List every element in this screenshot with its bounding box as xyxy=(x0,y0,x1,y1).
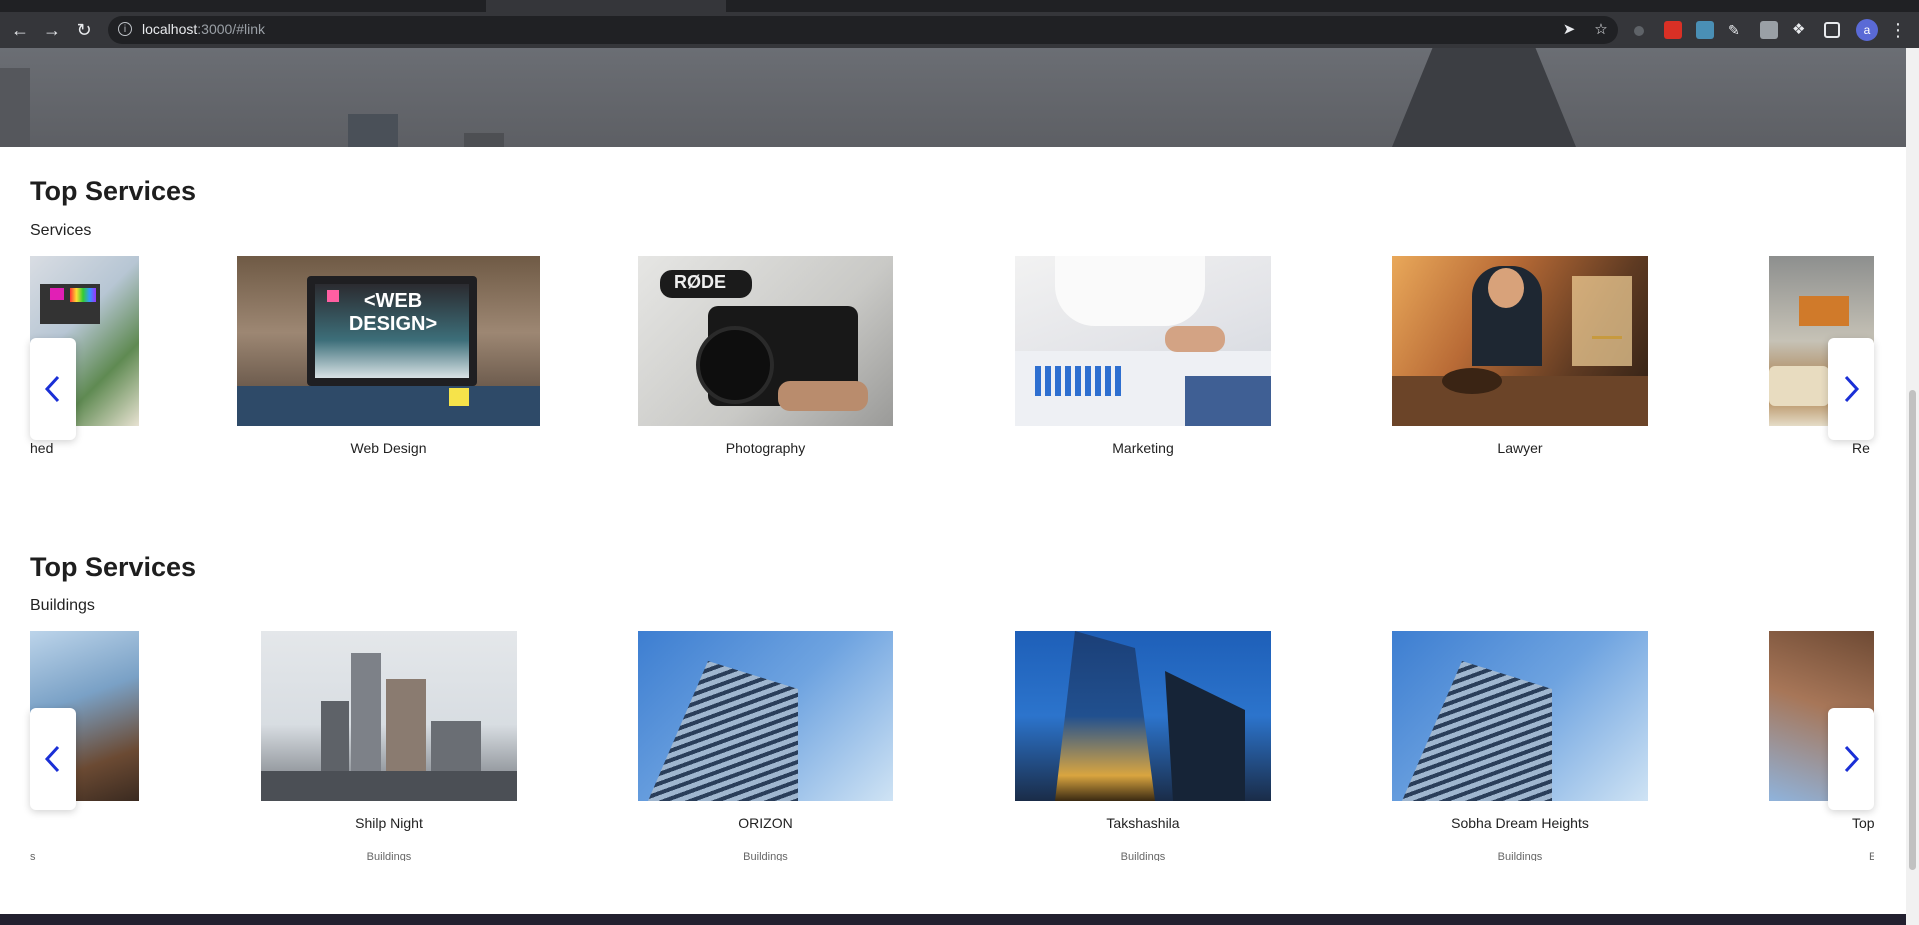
card-category: Buildings xyxy=(1120,851,1166,861)
building-image xyxy=(261,631,517,801)
sleeve-shape xyxy=(1185,376,1271,426)
forward-icon[interactable]: → xyxy=(40,18,64,42)
food-shape xyxy=(1799,296,1849,326)
carousel-next-button[interactable] xyxy=(1828,338,1874,440)
card-title: Re xyxy=(1852,440,1870,456)
card-title: Marketing xyxy=(1112,440,1174,456)
card-title: Lawyer xyxy=(1497,440,1543,456)
profile-avatar[interactable]: a xyxy=(1856,19,1878,41)
extension-icon[interactable] xyxy=(1760,21,1778,39)
puzzle-icon[interactable]: ❖ xyxy=(1792,21,1810,39)
section-subtitle: Buildings xyxy=(30,597,95,614)
card-title: Photography xyxy=(725,440,806,456)
chevron-right-icon xyxy=(1844,745,1860,773)
reload-icon[interactable]: ↻ xyxy=(72,18,96,42)
hero-banner xyxy=(0,48,1906,147)
send-icon[interactable]: ➤ xyxy=(1560,21,1578,39)
skyline-building xyxy=(0,68,30,147)
card-category: E xyxy=(1869,851,1874,861)
extension-icon[interactable] xyxy=(1664,21,1682,39)
page-content: Top Services Services hed <WEB DESIGN> W… xyxy=(0,48,1906,925)
face-shape xyxy=(1488,268,1524,308)
site-info-icon[interactable]: i xyxy=(118,22,132,36)
shirt-shape xyxy=(1055,256,1205,326)
color-swatch xyxy=(50,288,64,300)
extension-icon[interactable] xyxy=(1634,26,1644,36)
active-tab[interactable] xyxy=(486,0,726,12)
building-shape xyxy=(1402,661,1552,801)
section-subtitle: Services xyxy=(30,222,92,239)
card-title: hed xyxy=(30,440,54,456)
service-image: <WEB DESIGN> xyxy=(237,256,540,426)
sticky-note xyxy=(327,290,339,302)
skyline-building xyxy=(348,114,398,147)
carousel-prev-button[interactable] xyxy=(30,708,76,810)
pen-icon[interactable]: ✎ xyxy=(1728,21,1746,39)
browser-toolbar: ← → ↻ i localhost:3000/#link ➤ ☆ ✎ ❖ a ⋮ xyxy=(0,12,1919,48)
desk-shape xyxy=(1392,376,1648,426)
bookmark-star-icon[interactable]: ☆ xyxy=(1592,21,1610,39)
card-title: Web Design xyxy=(350,440,427,456)
card-title: Takshashila xyxy=(1106,815,1180,831)
skyline-building xyxy=(464,133,504,147)
carousel-prev-button[interactable] xyxy=(30,338,76,440)
color-swatch xyxy=(70,288,96,302)
card-category: s xyxy=(30,851,36,861)
container-shape xyxy=(1769,366,1829,406)
card-category: Buildings xyxy=(366,851,412,861)
section-title: Top Services xyxy=(30,552,197,582)
card-title: ORIZON xyxy=(738,815,793,831)
footer xyxy=(0,914,1906,925)
lens-shape xyxy=(696,326,774,404)
building-image xyxy=(638,631,893,801)
chart-bars xyxy=(1035,366,1125,396)
building-image xyxy=(1392,631,1648,801)
building-shape xyxy=(1165,671,1245,801)
card-title: Shilp Night xyxy=(355,815,423,831)
gavel-block xyxy=(1442,368,1502,394)
service-image xyxy=(1015,256,1271,426)
tab-strip xyxy=(0,0,1919,12)
desk-shape xyxy=(237,386,540,426)
hand-shape xyxy=(778,381,868,411)
services-carousel: hed <WEB DESIGN> Web Design RØDE Photogr… xyxy=(30,256,1874,486)
menu-icon[interactable]: ⋮ xyxy=(1886,18,1910,42)
building-image xyxy=(1015,631,1271,801)
address-bar[interactable]: i localhost:3000/#link ➤ ☆ xyxy=(108,16,1618,44)
building-shape xyxy=(648,661,798,801)
service-image: RØDE xyxy=(638,256,893,426)
carousel-next-button[interactable] xyxy=(1828,708,1874,810)
skyline-tower xyxy=(1392,48,1576,147)
card-category: Buildings xyxy=(743,851,788,861)
url-text[interactable]: localhost:3000/#link xyxy=(142,21,265,37)
chevron-right-icon xyxy=(1844,375,1860,403)
chevron-left-icon xyxy=(44,745,60,773)
street-shape xyxy=(261,771,517,801)
back-icon[interactable]: ← xyxy=(8,18,32,42)
extension-icon[interactable] xyxy=(1696,21,1714,39)
card-title: Sobha Dream Heights xyxy=(1451,815,1589,831)
image-caption: <WEB DESIGN> xyxy=(348,290,438,335)
scrollbar-thumb[interactable] xyxy=(1909,390,1916,870)
side-panel-icon[interactable] xyxy=(1824,22,1840,38)
hand-shape xyxy=(1165,326,1225,352)
building-shape xyxy=(1055,631,1155,801)
buildings-carousel: s Shilp Night Buildings ORIZON Buildings xyxy=(30,631,1874,861)
section-title: Top Services xyxy=(30,176,197,206)
card-category: Buildings xyxy=(1497,851,1543,861)
chevron-left-icon xyxy=(44,375,60,403)
sticky-note xyxy=(449,388,469,406)
page-scrollbar[interactable] xyxy=(1906,48,1919,925)
image-caption: RØDE xyxy=(674,272,727,292)
scales-shape xyxy=(1592,336,1622,379)
service-image xyxy=(1392,256,1648,426)
card-title: Top xyxy=(1852,815,1874,831)
